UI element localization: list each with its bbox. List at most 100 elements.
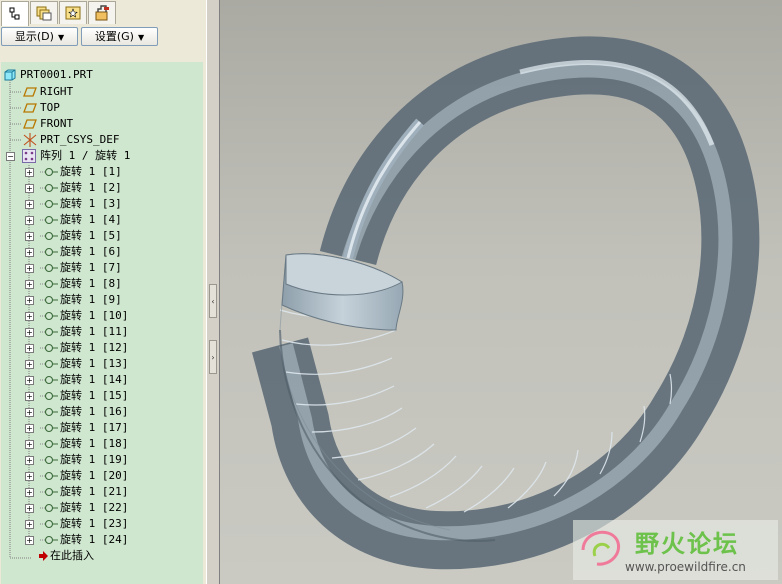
tree-item-label: 旋转 1 [20] [60, 469, 129, 482]
tree-item-label: 旋转 1 [19] [60, 453, 129, 466]
watermark-logo: 野火论坛 www.proewildfire.cn [573, 520, 778, 580]
tree-item-label: PRT_CSYS_DEF [40, 133, 120, 146]
expand-right-icon[interactable]: › [209, 340, 217, 374]
revolve-feature-icon [40, 183, 58, 193]
revolve-feature-icon [40, 311, 58, 321]
tree-item-label: 旋转 1 [23] [60, 517, 129, 530]
tree-item-label: 旋转 1 [11] [60, 325, 129, 338]
model-tree-panel: 显示(D) ▼ 设置(G) ▼ PRT0001.PRT RIGHT TOP FR… [0, 0, 207, 584]
tree-item-label: 旋转 1 [9] [60, 293, 122, 306]
expand-icon[interactable]: + [25, 392, 34, 401]
tree-item-label: RIGHT [40, 85, 74, 98]
revolve-feature-icon [40, 455, 58, 465]
tree-item-label: 旋转 1 [21] [60, 485, 129, 498]
expand-icon[interactable]: + [25, 472, 34, 481]
expand-icon[interactable]: + [25, 168, 34, 177]
tree-item-label: 旋转 1 [22] [60, 501, 129, 514]
tree-item-label: 旋转 1 [4] [60, 213, 122, 226]
revolve-feature-icon [40, 231, 58, 241]
expand-icon[interactable]: + [25, 376, 34, 385]
expand-icon[interactable]: + [25, 280, 34, 289]
tab-model-tree[interactable] [1, 1, 29, 26]
expand-icon[interactable]: + [25, 520, 34, 529]
expand-icon[interactable]: + [25, 216, 34, 225]
revolve-feature-icon [40, 423, 58, 433]
model-tree-icon [9, 7, 20, 20]
tree-item-label: 旋转 1 [14] [60, 373, 129, 386]
watermark-title: 野火论坛 [635, 530, 739, 558]
tree-item-label: 旋转 1 [8] [60, 277, 122, 290]
folder-browser-icon [36, 6, 52, 21]
panel-splitter[interactable]: ‹ › [206, 0, 220, 584]
tree-item-label: 旋转 1 [12] [60, 341, 129, 354]
datum-plane-icon [23, 119, 37, 129]
revolve-feature-icon [40, 279, 58, 289]
revolve-feature-icon [40, 359, 58, 369]
tree-item-label: 旋转 1 [6] [60, 245, 122, 258]
collapse-icon[interactable]: − [6, 152, 15, 161]
revolve-feature-icon [40, 375, 58, 385]
expand-icon[interactable]: + [25, 200, 34, 209]
coordinate-system-icon [23, 133, 37, 147]
ring-model [251, 36, 760, 570]
graphics-window[interactable] [220, 0, 782, 584]
tree-item-label: 旋转 1 [16] [60, 405, 129, 418]
revolve-feature-icon [40, 471, 58, 481]
expand-icon[interactable]: + [25, 456, 34, 465]
revolve-feature-icon [40, 295, 58, 305]
pattern-icon [22, 149, 36, 163]
tree-item-label: 旋转 1 [15] [60, 389, 129, 402]
tab-favorites[interactable] [59, 1, 87, 24]
favorites-icon [65, 6, 81, 20]
tree-toolbar: 显示(D) ▼ 设置(G) ▼ [0, 26, 207, 48]
revolve-feature-icon [40, 407, 58, 417]
revolve-feature-icon [40, 327, 58, 337]
expand-icon[interactable]: + [25, 440, 34, 449]
expand-icon[interactable]: + [25, 360, 34, 369]
show-menu-label: 显示(D) [14, 30, 54, 43]
expand-icon[interactable]: + [25, 296, 34, 305]
tree-item-label: 旋转 1 [18] [60, 437, 129, 450]
chevron-down-icon: ▼ [57, 33, 65, 42]
tree-item-label: 旋转 1 [24] [60, 533, 129, 546]
revolve-feature-icon [40, 343, 58, 353]
expand-icon[interactable]: + [25, 408, 34, 417]
revolve-feature-icon [40, 535, 58, 545]
datum-plane-icon [23, 87, 37, 97]
show-menu-button[interactable]: 显示(D) ▼ [1, 27, 78, 46]
revolve-feature-icon [40, 215, 58, 225]
revolve-feature-icon [40, 263, 58, 273]
settings-menu-button[interactable]: 设置(G) ▼ [81, 27, 158, 46]
model-tree: PRT0001.PRT RIGHT TOP FRONT PRT_CSYS_DEF… [1, 62, 203, 584]
tree-item-label: 旋转 1 [7] [60, 261, 122, 274]
revolve-feature-icon [40, 247, 58, 257]
expand-icon[interactable]: + [25, 536, 34, 545]
tree-item-label: 旋转 1 [10] [60, 309, 129, 322]
tree-item-label: TOP [40, 101, 60, 114]
expand-icon[interactable]: + [25, 184, 34, 193]
tree-item-label: FRONT [40, 117, 74, 130]
collapse-left-icon[interactable]: ‹ [209, 284, 217, 318]
expand-icon[interactable]: + [25, 264, 34, 273]
expand-icon[interactable]: + [25, 488, 34, 497]
expand-icon[interactable]: + [25, 344, 34, 353]
expand-icon[interactable]: + [25, 312, 34, 321]
connections-icon [95, 5, 109, 21]
tree-item-label: 旋转 1 [13] [60, 357, 129, 370]
expand-icon[interactable]: + [25, 504, 34, 513]
expand-icon[interactable]: + [25, 248, 34, 257]
tree-item-label: 阵列 1 / 旋转 1 [40, 149, 131, 162]
expand-icon[interactable]: + [25, 328, 34, 337]
tab-connections[interactable] [88, 1, 116, 24]
revolve-feature-icon [40, 167, 58, 177]
tree-item-label: 旋转 1 [17] [60, 421, 129, 434]
revolve-feature-icon [40, 199, 58, 209]
tab-folder-browser[interactable] [30, 1, 58, 24]
settings-menu-label: 设置(G) [94, 30, 134, 43]
tree-item-label: 旋转 1 [2] [60, 181, 122, 194]
tree-item-label: 旋转 1 [3] [60, 197, 122, 210]
tree-item-label: 旋转 1 [1] [60, 165, 122, 178]
expand-icon[interactable]: + [25, 232, 34, 241]
expand-icon[interactable]: + [25, 424, 34, 433]
revolve-feature-icon [40, 439, 58, 449]
